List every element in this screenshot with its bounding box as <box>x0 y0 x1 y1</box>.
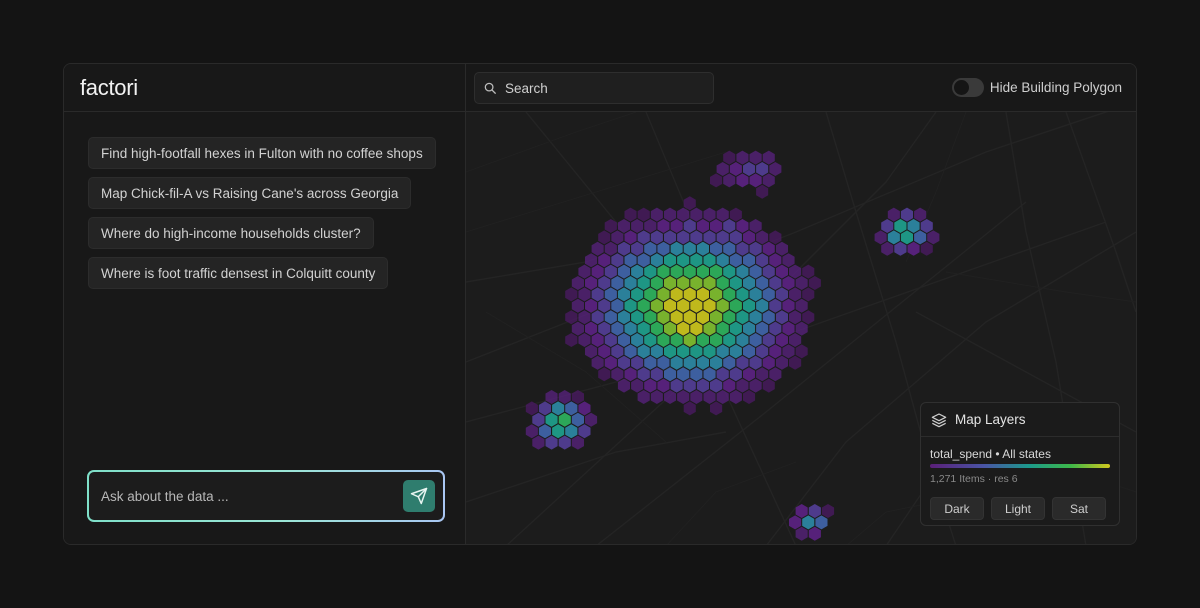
toggle-label: Hide Building Polygon <box>989 80 1122 95</box>
basemap-dark-button[interactable]: Dark <box>930 497 984 520</box>
color-ramp <box>930 464 1110 468</box>
basemap-light-button[interactable]: Light <box>991 497 1045 520</box>
suggestion-chip[interactable]: Where is foot traffic densest in Colquit… <box>88 257 389 289</box>
layers-icon <box>931 412 947 427</box>
send-button[interactable] <box>403 480 435 512</box>
map-canvas[interactable]: Map Layers total_spend • All states 1,27… <box>466 112 1136 544</box>
factori-logo: factori <box>80 74 138 100</box>
layer-meta: 1,271 Items · res 6 <box>930 473 1018 485</box>
send-icon <box>410 487 428 505</box>
suggestion-chip[interactable]: Find high-footfall hexes in Fulton with … <box>88 137 436 169</box>
map-toolbar: Hide Building Polygon <box>466 64 1136 112</box>
chat-input[interactable] <box>101 488 403 504</box>
search-icon <box>484 82 496 94</box>
map-layers-header: Map Layers <box>921 403 1119 437</box>
map-panel: Hide Building Polygon <box>466 64 1136 544</box>
suggestion-chip[interactable]: Where do high-income households cluster? <box>88 217 374 249</box>
app-window: factori Find high-footfall hexes in Fult… <box>63 63 1137 545</box>
chat-input-container <box>87 470 445 522</box>
toggle-switch[interactable] <box>951 78 984 97</box>
layer-name[interactable]: total_spend • All states <box>930 447 1051 461</box>
chat-panel-header: factori <box>64 64 465 112</box>
suggestion-chip[interactable]: Map Chick-fil-A vs Raising Cane's across… <box>88 177 412 209</box>
suggestion-list: Find high-footfall hexes in Fulton with … <box>88 137 436 297</box>
hide-building-polygon-toggle[interactable]: Hide Building Polygon <box>951 78 1122 97</box>
map-layers-panel: Map Layers total_spend • All states 1,27… <box>920 402 1120 526</box>
basemap-switcher: Dark Light Sat <box>930 497 1113 520</box>
search-box <box>474 72 714 104</box>
toggle-knob <box>953 80 969 95</box>
search-input[interactable] <box>505 80 705 96</box>
basemap-sat-button[interactable]: Sat <box>1052 497 1106 520</box>
map-layers-title: Map Layers <box>955 412 1026 427</box>
chat-panel: factori Find high-footfall hexes in Fult… <box>64 64 466 544</box>
